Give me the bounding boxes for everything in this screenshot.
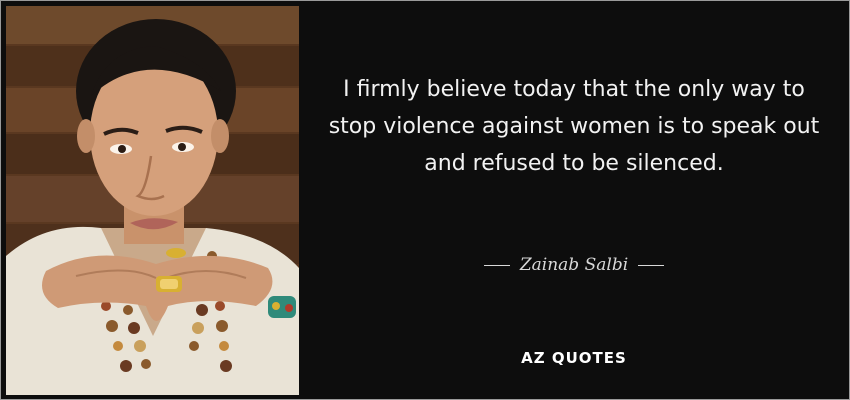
quote-text: I firmly believe today that the only way… bbox=[328, 77, 820, 176]
author-attribution: Zainab Salbi bbox=[299, 253, 849, 277]
quote-panel: I firmly believe today that the only way… bbox=[299, 1, 849, 399]
dash-right bbox=[638, 264, 665, 266]
author-photo bbox=[6, 6, 299, 395]
dash-left bbox=[483, 264, 510, 266]
author-name-link[interactable]: Zainab Salbi bbox=[520, 255, 628, 275]
azquotes-logo[interactable]: AZ QUOTES bbox=[299, 349, 849, 367]
quote-card: I firmly believe today that the only way… bbox=[0, 0, 850, 400]
